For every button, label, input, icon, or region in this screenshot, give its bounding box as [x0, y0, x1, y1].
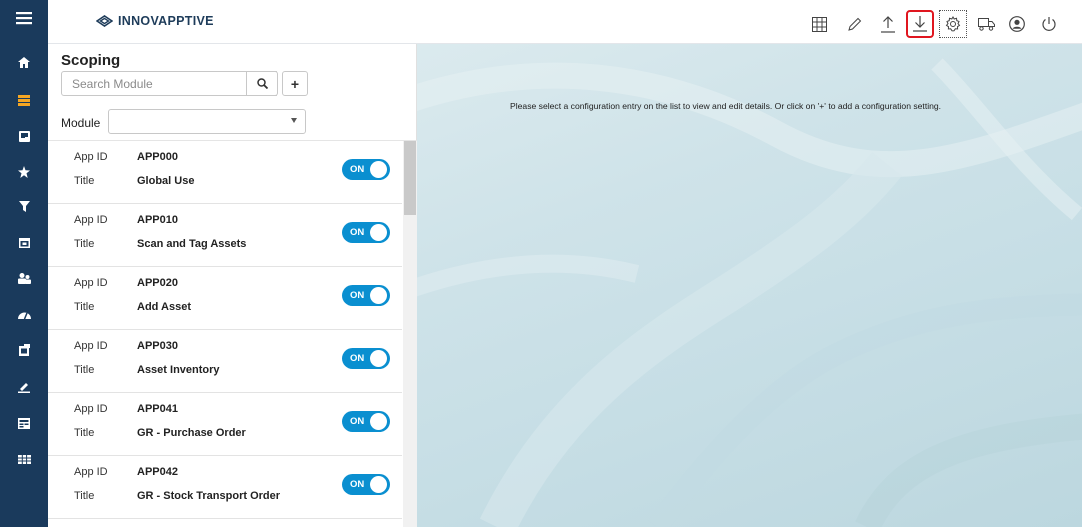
users-icon[interactable] [0, 264, 48, 292]
toggle-label: ON [350, 290, 365, 301]
header-toolbar [48, 10, 1082, 40]
title-value: GR - Purchase Order [137, 427, 246, 439]
app-id-label: App ID [74, 340, 108, 352]
toggle-knob [370, 476, 387, 493]
app-id-label: App ID [74, 151, 108, 163]
add-configuration-button[interactable]: + [282, 71, 308, 96]
app-list-item[interactable]: App ID APP020 Title Add Asset ON [48, 267, 402, 330]
app-id-value: APP010 [137, 214, 178, 226]
title-value: Asset Inventory [137, 364, 220, 376]
scroll-thumb[interactable] [404, 141, 416, 215]
enabled-toggle[interactable]: ON [342, 159, 390, 180]
clipboard-icon[interactable] [0, 336, 48, 364]
enabled-toggle[interactable]: ON [342, 285, 390, 306]
title-label: Title [74, 427, 95, 439]
title-label: Title [74, 175, 95, 187]
tag-icon[interactable] [0, 122, 48, 150]
app-id-value: APP020 [137, 277, 178, 289]
title-value: Global Use [137, 175, 195, 187]
home-icon[interactable] [0, 48, 48, 76]
pencil-icon[interactable] [840, 10, 868, 38]
app-id-label: App ID [74, 277, 108, 289]
top-header: INNOVAPPTIVE [48, 0, 1082, 44]
dashboard-icon[interactable] [0, 300, 48, 328]
truck-icon[interactable] [972, 10, 1000, 38]
app-id-label: App ID [74, 403, 108, 415]
plus-icon: + [290, 75, 300, 92]
star-icon[interactable] [0, 158, 48, 186]
main-content: Please select a configuration entry on t… [417, 44, 1082, 527]
list-icon[interactable] [0, 86, 48, 114]
search-module-input[interactable] [61, 71, 277, 96]
toggle-knob [370, 350, 387, 367]
toggle-knob [370, 224, 387, 241]
app-list-item[interactable]: App ID APP010 Title Scan and Tag Assets ON [48, 204, 402, 267]
upload-icon[interactable] [874, 10, 902, 38]
user-icon[interactable] [1003, 10, 1031, 38]
app-id-label: App ID [74, 214, 108, 226]
app-list-item[interactable]: App ID APP030 Title Asset Inventory ON [48, 330, 402, 393]
toggle-knob [370, 287, 387, 304]
toggle-knob [370, 161, 387, 178]
empty-state-message: Please select a configuration entry on t… [510, 101, 942, 111]
grid-icon[interactable] [805, 10, 833, 38]
app-list-item[interactable]: App ID APP042 Title GR - Stock Transport Or… [48, 456, 402, 519]
report-icon[interactable] [0, 409, 48, 437]
panel-title: Scoping [61, 52, 121, 69]
settings-icon[interactable] [939, 10, 967, 38]
app-list-item[interactable]: App ID APP041 Title GR - Purchase Order ON [48, 393, 402, 456]
list-scrollbar[interactable] [403, 141, 417, 527]
title-value: Scan and Tag Assets [137, 238, 247, 250]
app-id-value: APP042 [137, 466, 178, 478]
app-id-value: APP041 [137, 403, 178, 415]
app-id-label: App ID [74, 466, 108, 478]
filter-icon[interactable] [0, 192, 48, 220]
left-nav-rail [0, 0, 48, 527]
search-icon [256, 78, 268, 89]
toggle-label: ON [350, 479, 365, 490]
menu-icon[interactable] [0, 4, 48, 32]
app-list: App ID APP000 Title Global Use ON App ID APP01… [48, 140, 417, 527]
app-id-value: APP000 [137, 151, 178, 163]
toggle-label: ON [350, 227, 365, 238]
title-value: GR - Stock Transport Order [137, 490, 281, 502]
table-icon[interactable] [0, 445, 48, 473]
enabled-toggle[interactable]: ON [342, 411, 390, 432]
module-label: Module [61, 116, 101, 130]
power-icon[interactable] [1035, 10, 1063, 38]
app-list-item[interactable]: App ID APP000 Title Global Use ON [48, 141, 402, 204]
title-label: Title [74, 238, 95, 250]
toggle-knob [370, 413, 387, 430]
chevron-down-icon [291, 118, 297, 123]
scoping-panel: Scoping + Module App ID APP000 Title Global… [48, 44, 417, 527]
title-label: Title [74, 490, 95, 502]
edit-icon[interactable] [0, 373, 48, 401]
enabled-toggle[interactable]: ON [342, 474, 390, 495]
background-graphic [417, 58, 1082, 527]
toggle-label: ON [350, 164, 365, 175]
toggle-label: ON [350, 416, 365, 427]
app-id-value: APP030 [137, 340, 178, 352]
module-select[interactable] [108, 109, 306, 134]
enabled-toggle[interactable]: ON [342, 348, 390, 369]
enabled-toggle[interactable]: ON [342, 222, 390, 243]
search-button[interactable] [246, 71, 278, 96]
calendar-icon[interactable] [0, 228, 48, 256]
app-list-items: App ID APP000 Title Global Use ON App ID APP01… [48, 141, 402, 519]
title-label: Title [74, 301, 95, 313]
download-icon[interactable] [906, 10, 934, 38]
title-value: Add Asset [137, 301, 191, 313]
toggle-label: ON [350, 353, 365, 364]
title-label: Title [74, 364, 95, 376]
